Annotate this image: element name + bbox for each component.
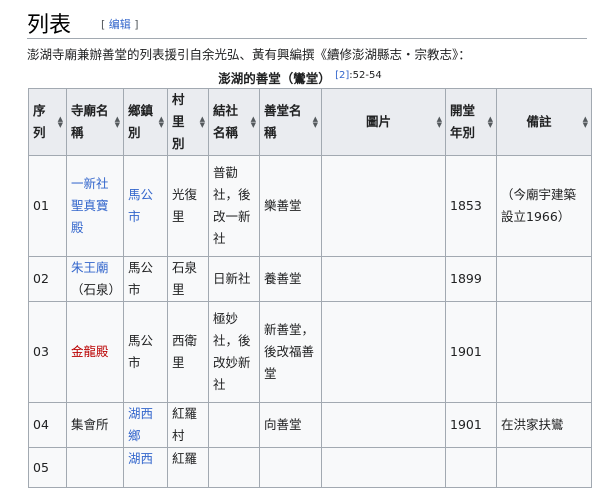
col-header-township[interactable]: 鄉鎮別 ▲ ▼ xyxy=(123,88,168,156)
cell-year: 1901 xyxy=(445,301,497,403)
township-link[interactable]: 湖西 xyxy=(128,451,153,466)
temple-link[interactable]: 朱王廟 xyxy=(71,260,109,275)
cell-note xyxy=(496,447,592,488)
temple-extra: （石泉） xyxy=(71,282,122,297)
temple-link[interactable]: 一新社聖真寶殿 xyxy=(71,176,109,235)
cell-village: 西衛里 xyxy=(167,301,209,403)
township-link[interactable]: 馬公市 xyxy=(128,187,153,224)
cell-year xyxy=(445,447,497,488)
cell-note xyxy=(496,256,592,302)
cell-township: 馬公市 xyxy=(123,301,168,403)
cell-hall: 向善堂 xyxy=(259,402,322,448)
sort-arrows-icon[interactable]: ▲ ▼ xyxy=(115,116,120,129)
col-header-label: 寺廟名稱 xyxy=(71,103,109,140)
table-row: 05 湖西 紅羅 xyxy=(28,447,592,488)
intro-text: 澎湖寺廟兼辦善堂的列表援引自余光弘、黃有興編撰《續修澎湖縣志・宗教志》： xyxy=(27,47,471,62)
table-wrapper: 序列 ▲ ▼ 寺廟名稱 ▲ ▼ 鄉鎮別 ▲ ▼ 村里別 ▲ ▼ 結社名稱 ▲ ▼ 善堂名稱 ▲ ▼ 圖片… xyxy=(28,88,592,488)
col-header-label: 結社名稱 xyxy=(213,103,239,140)
cell-society xyxy=(208,447,260,488)
cell-township: 湖西鄉 xyxy=(123,402,168,448)
sort-arrows-icon[interactable]: ▲ ▼ xyxy=(58,116,63,129)
cell-year: 1901 xyxy=(445,402,497,448)
sort-arrows-icon[interactable]: ▲ ▼ xyxy=(200,116,205,129)
col-header-label: 村里別 xyxy=(172,92,185,151)
col-header-hall[interactable]: 善堂名稱 ▲ ▼ xyxy=(259,88,322,156)
cell-seq: 04 xyxy=(28,402,67,448)
caption-title: 澎湖的善堂（鸞堂） xyxy=(218,71,331,86)
cell-society: 極妙社，後改妙新社 xyxy=(208,301,260,403)
sort-arrows-icon[interactable]: ▲ ▼ xyxy=(313,116,318,129)
charity-hall-table: 序列 ▲ ▼ 寺廟名稱 ▲ ▼ 鄉鎮別 ▲ ▼ 村里別 ▲ ▼ 結社名稱 ▲ ▼ 善堂名稱 ▲ ▼ 圖片… xyxy=(28,88,592,488)
cell-village: 紅羅 xyxy=(167,447,209,488)
table-row: 04 集會所 湖西鄉 紅羅村 向善堂 1901 在洪家扶鸞 xyxy=(28,402,592,448)
section-title: 列表 xyxy=(27,13,72,38)
cell-image xyxy=(321,256,446,302)
col-header-label: 鄉鎮別 xyxy=(128,103,154,140)
sort-arrows-icon[interactable]: ▲ ▼ xyxy=(583,116,588,129)
col-header-village[interactable]: 村里別 ▲ ▼ xyxy=(167,88,209,156)
edit-bracket-close: ] xyxy=(130,18,139,31)
col-header-label: 善堂名稱 xyxy=(264,103,302,140)
township-link[interactable]: 湖西鄉 xyxy=(128,406,153,443)
col-header-seq[interactable]: 序列 ▲ ▼ xyxy=(28,88,67,156)
cell-village: 光復里 xyxy=(167,155,209,257)
sort-arrows-icon[interactable]: ▲ ▼ xyxy=(159,116,164,129)
cell-temple: 一新社聖真寶殿 xyxy=(66,155,124,257)
cell-note: 在洪家扶鸞 xyxy=(496,402,592,448)
table-row: 01 一新社聖真寶殿 馬公市 光復里 普勸社，後改一新社 樂善堂 1853 （今… xyxy=(28,155,592,257)
reference-pages: :52-54 xyxy=(349,69,382,81)
cell-temple: 集會所 xyxy=(66,402,124,448)
cell-seq: 02 xyxy=(28,256,67,302)
table-caption: 澎湖的善堂（鸞堂） [2]:52-54 xyxy=(0,68,600,87)
table-header-row: 序列 ▲ ▼ 寺廟名稱 ▲ ▼ 鄉鎮別 ▲ ▼ 村里別 ▲ ▼ 結社名稱 ▲ ▼ 善堂名稱 ▲ ▼ 圖片… xyxy=(28,88,592,156)
cell-township: 湖西 xyxy=(123,447,168,488)
col-header-image[interactable]: 圖片 ▲ ▼ xyxy=(321,88,446,156)
cell-year: 1899 xyxy=(445,256,497,302)
cell-image xyxy=(321,447,446,488)
section-heading: 列表 [ 编辑 ] xyxy=(27,4,587,39)
cell-temple xyxy=(66,447,124,488)
cell-hall xyxy=(259,447,322,488)
col-header-year[interactable]: 開堂年別 ▲ ▼ xyxy=(445,88,497,156)
cell-seq: 01 xyxy=(28,155,67,257)
cell-township: 馬公市 xyxy=(123,155,168,257)
cell-society: 日新社 xyxy=(208,256,260,302)
cell-seq: 05 xyxy=(28,447,67,488)
cell-year: 1853 xyxy=(445,155,497,257)
cell-village: 紅羅村 xyxy=(167,402,209,448)
cell-image xyxy=(321,301,446,403)
cell-village: 石泉里 xyxy=(167,256,209,302)
cell-seq: 03 xyxy=(28,301,67,403)
edit-bracket-open: [ xyxy=(101,18,109,31)
edit-section: [ 编辑 ] xyxy=(101,16,139,32)
cell-society xyxy=(208,402,260,448)
cell-hall: 樂善堂 xyxy=(259,155,322,257)
cell-note: （今廟宇建築設立1966） xyxy=(496,155,592,257)
cell-temple: 朱王廟 （石泉） xyxy=(66,256,124,302)
col-header-note[interactable]: 備註 ▲ ▼ xyxy=(496,88,592,156)
cell-note xyxy=(496,301,592,403)
cell-township: 馬公市 xyxy=(123,256,168,302)
col-header-society[interactable]: 結社名稱 ▲ ▼ xyxy=(208,88,260,156)
sort-arrows-icon[interactable]: ▲ ▼ xyxy=(251,116,256,129)
table-row: 02 朱王廟 （石泉） 馬公市 石泉里 日新社 養善堂 1899 xyxy=(28,256,592,302)
col-header-temple[interactable]: 寺廟名稱 ▲ ▼ xyxy=(66,88,124,156)
cell-society: 普勸社，後改一新社 xyxy=(208,155,260,257)
sort-arrows-icon[interactable]: ▲ ▼ xyxy=(437,116,442,129)
col-header-label: 備註 xyxy=(526,114,552,129)
cell-hall: 養善堂 xyxy=(259,256,322,302)
edit-link[interactable]: 编辑 xyxy=(109,18,131,31)
temple-redlink[interactable]: 金龍殿 xyxy=(71,344,109,359)
col-header-label: 序列 xyxy=(33,103,46,140)
cell-hall: 新善堂，後改福善堂 xyxy=(259,301,322,403)
col-header-label: 開堂年別 xyxy=(450,103,476,140)
reference-link[interactable]: [2] xyxy=(335,70,349,81)
reference: [2]:52-54 xyxy=(335,70,382,81)
cell-temple: 金龍殿 xyxy=(66,301,124,403)
cell-image xyxy=(321,155,446,257)
col-header-label: 圖片 xyxy=(365,114,391,129)
cell-image xyxy=(321,402,446,448)
table-row: 03 金龍殿 馬公市 西衛里 極妙社，後改妙新社 新善堂，後改福善堂 1901 xyxy=(28,301,592,403)
sort-arrows-icon[interactable]: ▲ ▼ xyxy=(488,116,493,129)
